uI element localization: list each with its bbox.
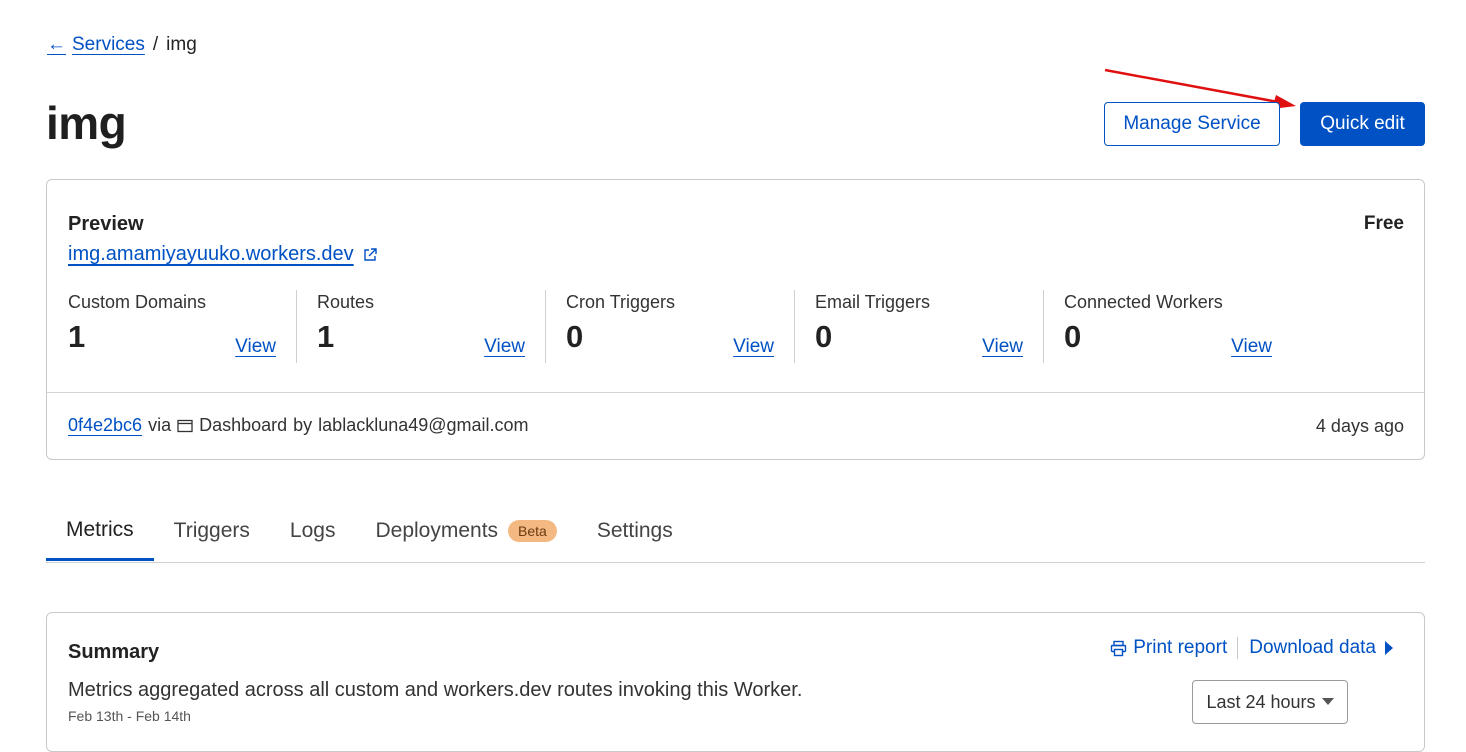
summary-date-range: Feb 13th - Feb 14th xyxy=(68,708,191,724)
summary-description: Metrics aggregated across all custom and… xyxy=(68,679,803,701)
tab-label: Triggers xyxy=(173,519,250,542)
deployment-footer: 0f4e2bc6 via Dashboard by lablackluna49@… xyxy=(47,392,1424,461)
stats-row: Custom Domains 1 View Routes 1 View Cron… xyxy=(68,290,1292,363)
services-link-label: Services xyxy=(72,34,145,55)
preview-url-row: img.amamiyayuuko.workers.dev xyxy=(68,243,378,266)
view-custom-domains-link[interactable]: View xyxy=(235,336,276,358)
preview-label: Preview xyxy=(68,213,144,235)
summary-actions: Print report Download data xyxy=(1110,637,1394,659)
tab-label: Settings xyxy=(596,519,673,542)
back-to-services-link[interactable]: ← Services xyxy=(47,34,145,56)
stat-label: Custom Domains xyxy=(68,292,207,312)
commit-info: 0f4e2bc6 via Dashboard by lablackluna49@… xyxy=(68,415,529,436)
tab-metrics[interactable]: Metrics xyxy=(46,505,154,561)
download-data-label: Download data xyxy=(1249,637,1376,658)
manage-service-button[interactable]: Manage Service xyxy=(1104,102,1280,146)
print-report-label: Print report xyxy=(1133,637,1228,658)
stat-connected-workers: Connected Workers 0 View xyxy=(1043,290,1292,363)
download-data-button[interactable]: Download data xyxy=(1238,637,1394,659)
deployment-time: 4 days ago xyxy=(1315,416,1404,436)
view-email-triggers-link[interactable]: View xyxy=(982,336,1023,358)
via-text: via xyxy=(148,415,172,435)
time-range-value: Last 24 hours xyxy=(1206,691,1316,712)
stat-label: Email Triggers xyxy=(815,292,931,312)
external-link-icon[interactable] xyxy=(362,247,378,263)
stat-label: Connected Workers xyxy=(1064,292,1223,312)
tab-label: Metrics xyxy=(66,517,134,541)
beta-badge: Beta xyxy=(508,520,557,542)
view-connected-workers-link[interactable]: View xyxy=(1231,336,1272,358)
stat-custom-domains: Custom Domains 1 View xyxy=(68,290,296,363)
by-text: by xyxy=(293,415,313,435)
breadcrumb: ← Services / img xyxy=(47,34,197,56)
stat-email-triggers: Email Triggers 0 View xyxy=(794,290,1043,363)
stat-routes: Routes 1 View xyxy=(296,290,545,363)
tab-label: Logs xyxy=(289,519,336,542)
summary-card: Summary Metrics aggregated across all cu… xyxy=(46,612,1425,752)
dashboard-window-icon xyxy=(177,419,193,432)
commit-hash-link[interactable]: 0f4e2bc6 xyxy=(68,415,142,436)
tab-logs[interactable]: Logs xyxy=(270,505,356,561)
page-title: img xyxy=(46,97,127,149)
stat-label: Cron Triggers xyxy=(566,292,676,312)
tab-bar: Metrics Triggers Logs Deployments Beta S… xyxy=(46,505,1425,563)
breadcrumb-current: img xyxy=(166,34,197,55)
printer-icon xyxy=(1111,640,1127,656)
summary-title: Summary xyxy=(68,641,160,663)
tab-deployments[interactable]: Deployments Beta xyxy=(355,505,576,561)
caret-down-icon xyxy=(1321,698,1334,705)
arrow-left-icon: ← xyxy=(47,34,66,55)
source-text: Dashboard xyxy=(199,415,288,435)
view-cron-triggers-link[interactable]: View xyxy=(733,336,774,358)
tab-triggers[interactable]: Triggers xyxy=(154,505,270,561)
breadcrumb-separator: / xyxy=(152,34,159,55)
time-range-select[interactable]: Last 24 hours xyxy=(1192,680,1348,724)
preview-url-link[interactable]: img.amamiyayuuko.workers.dev xyxy=(68,243,354,266)
preview-card: Preview Free img.amamiyayuuko.workers.de… xyxy=(46,179,1425,460)
quick-edit-button[interactable]: Quick edit xyxy=(1300,102,1425,146)
plan-label: Free xyxy=(1363,213,1404,234)
tab-label: Deployments xyxy=(375,519,499,542)
stat-cron-triggers: Cron Triggers 0 View xyxy=(545,290,794,363)
caret-right-icon xyxy=(1385,641,1393,655)
tab-settings[interactable]: Settings xyxy=(577,505,693,561)
stat-label: Routes xyxy=(317,292,375,312)
print-report-button[interactable]: Print report xyxy=(1110,637,1239,659)
view-routes-link[interactable]: View xyxy=(484,336,525,358)
author-email: lablackluna49@gmail.com xyxy=(318,415,529,435)
